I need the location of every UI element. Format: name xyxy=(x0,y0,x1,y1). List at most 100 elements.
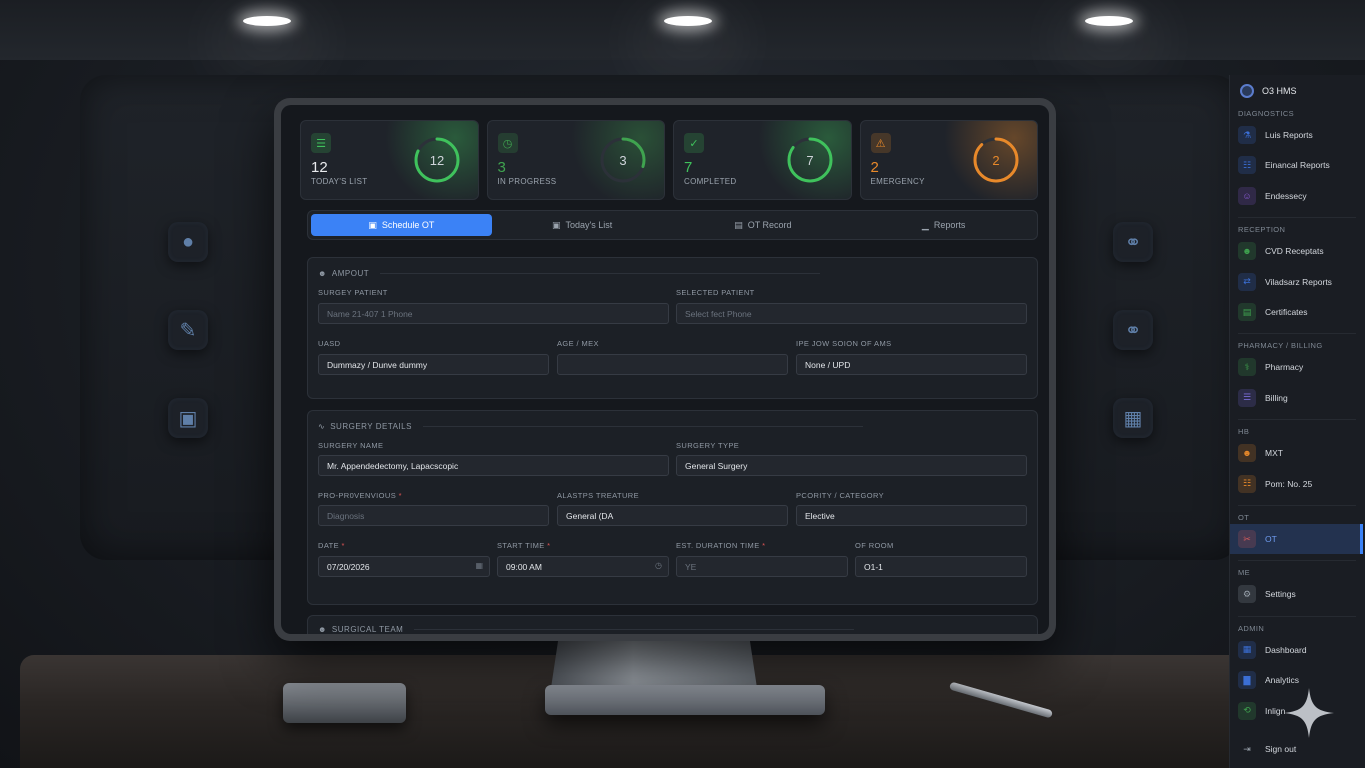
alert-icon: ⚠ xyxy=(870,133,891,153)
medkit-icon: ▣ xyxy=(168,398,208,438)
sidebar-item-label: Einancal Reports xyxy=(1265,160,1330,171)
progress-ring: 7 xyxy=(787,137,832,183)
surgery-name-input[interactable]: Mr. Appendedectomy, Lapacscopic xyxy=(318,455,669,476)
selected-patient-input[interactable]: Select fect Phone xyxy=(676,303,1027,324)
brand-name: O3 HMS xyxy=(1262,86,1297,96)
sidebar-item-einancal-reports[interactable]: ☷ Einancal Reports xyxy=(1238,154,1360,176)
stat-card[interactable]: ☰ 12 TODAY'S LIST 12 xyxy=(300,120,479,200)
stat-card[interactable]: ⚠ 2 EMERGENCY 2 xyxy=(859,120,1038,200)
people-icon: ☻ xyxy=(1238,242,1256,261)
sidebar-item-label: Settings xyxy=(1265,589,1296,600)
certificate-icon: ▤ xyxy=(1238,303,1256,321)
sidebar-item-certificates[interactable]: ▤ Certificates xyxy=(1238,301,1360,323)
tab-today-s-list[interactable]: ▣ Today's List xyxy=(492,214,673,236)
sign-out-button[interactable]: ⇥ Sign out xyxy=(1238,738,1360,760)
logout-icon: ⇥ xyxy=(1243,743,1251,754)
sidebar-divider xyxy=(1238,505,1356,506)
check-icon: ✓ xyxy=(684,133,704,153)
sidebar-item-dashboard[interactable]: ▦ Dashboard xyxy=(1238,639,1360,661)
sidebar-section-title: OT xyxy=(1238,513,1250,522)
alast-input[interactable]: General (DA xyxy=(557,505,788,526)
scalpel-icon: ✂ xyxy=(1238,530,1256,548)
tab-label: Reports xyxy=(933,220,966,230)
sidebar-item-pom-no-25[interactable]: ☷ Pom: No. 25 xyxy=(1238,473,1360,495)
sidebar-item-label: Pom: No. 25 xyxy=(1265,478,1313,489)
logo-icon xyxy=(1240,84,1254,98)
duration-label: EST. DURATION TIME * xyxy=(676,541,766,550)
date-input[interactable]: 07/20/2026 ▦ xyxy=(318,556,490,577)
surgery-name-label: SURGERY NAME xyxy=(318,441,384,450)
sidebar-item-mxt[interactable]: ☻ MXT xyxy=(1238,442,1360,464)
transfer-icon: ⇄ xyxy=(1238,272,1256,291)
clock-icon: ◷ xyxy=(497,133,518,153)
sidebar-item-label: OT xyxy=(1265,534,1277,544)
tab-icon: ▁ xyxy=(921,219,929,230)
brand[interactable]: O3 HMS xyxy=(1240,84,1297,98)
monitor-stand xyxy=(551,633,757,688)
priority-label: PCORITY / CATEGORY xyxy=(796,491,885,500)
syringe-icon: ✎ xyxy=(168,310,208,350)
sidebar-item-endessecy[interactable]: ☺ Endessecy xyxy=(1238,185,1360,207)
chart-icon: ▇ xyxy=(1238,671,1256,690)
ipe-label: IPE JOW SOION OF AMS xyxy=(796,339,892,348)
sparkle-icon xyxy=(1284,688,1334,738)
duration-input[interactable]: YE xyxy=(676,556,848,577)
uasd-input[interactable]: Dummazy / Dunve dummy xyxy=(318,354,549,375)
selected-patient-label: SELECTED PATIENT xyxy=(676,288,755,297)
sidebar-item-label: Analytics xyxy=(1265,675,1300,686)
sidebar-item-ot[interactable]: ✂ OT xyxy=(1230,524,1363,554)
sidebar-item-settings[interactable]: ⚙ Settings xyxy=(1238,583,1360,605)
ipe-input[interactable]: None / UPD xyxy=(796,354,1027,375)
sidebar-item-cvd-receptats[interactable]: ☻ CVD Receptats xyxy=(1238,240,1360,262)
tab-reports[interactable]: ▁ Reports xyxy=(853,214,1034,236)
sidebar-item-label: Inlign xyxy=(1265,705,1286,716)
stat-label: IN PROGRESS xyxy=(497,177,557,186)
sidebar-item-viladsarz-reports[interactable]: ⇄ Viladsarz Reports xyxy=(1238,271,1360,293)
tab-bar: ▣ Schedule OT ▣ Today's List ▤ OT Record ▁ Repo… xyxy=(307,210,1038,240)
sidebar-item-label: Certificates xyxy=(1265,307,1308,317)
team-icon: ☻ xyxy=(1238,444,1256,463)
person-icon: ☻ xyxy=(318,269,327,278)
diagnosis-input[interactable]: Diagnosis xyxy=(318,505,549,526)
sidebar-item-luis-reports[interactable]: ⚗ Luis Reports xyxy=(1238,124,1360,146)
stat-value: 2 xyxy=(870,159,879,176)
tab-label: Schedule OT xyxy=(381,220,435,230)
sidebar-section-title: ME xyxy=(1238,568,1251,578)
sidebar-item-label: Pharmacy xyxy=(1265,362,1304,373)
patient-panel-title: ☻ AMPOUT xyxy=(318,269,821,278)
sidebar-item-pharmacy[interactable]: ⚕ Pharmacy xyxy=(1238,356,1360,378)
sidebar-item-label: Viladsarz Reports xyxy=(1265,276,1332,287)
tab-schedule-ot[interactable]: ▣ Schedule OT xyxy=(311,214,492,236)
clock-icon[interactable]: ◷ xyxy=(655,561,662,570)
sidebar-item-billing[interactable]: ☰ Billing xyxy=(1238,387,1360,409)
priority-select[interactable]: Elective xyxy=(796,505,1027,526)
sidebar-section-title: DIAGNOSTICS xyxy=(1238,109,1295,118)
sidebar-divider xyxy=(1238,615,1356,617)
team-panel-title: ☻ SURGICAL TEAM xyxy=(318,625,855,634)
stat-card[interactable]: ✓ 7 COMPLETED 7 xyxy=(673,120,852,200)
sidebar-section-title: RECEPTION xyxy=(1238,225,1286,235)
pro-label: PRO-PR0VENVIOUS * xyxy=(318,491,402,500)
tab-icon: ▣ xyxy=(368,219,377,230)
history-icon: ⟲ xyxy=(1238,701,1256,720)
start-time-input[interactable]: 09:00 AM ◷ xyxy=(497,556,669,577)
surgical-team-panel: ☻ SURGICAL TEAM xyxy=(307,615,1038,634)
app-screen: ☰ 12 TODAY'S LIST 12 ◷ 3 IN PROGRESS 3 ✓ 7 COMPLET… xyxy=(281,105,1049,634)
tab-ot-record[interactable]: ▤ OT Record xyxy=(673,214,854,236)
sidebar-item-label: Billing xyxy=(1265,392,1288,403)
stats-row: ☰ 12 TODAY'S LIST 12 ◷ 3 IN PROGRESS 3 ✓ 7 COMPLET… xyxy=(300,120,1038,200)
calendar-icon[interactable]: ▦ xyxy=(475,561,483,570)
stat-value: 12 xyxy=(311,159,328,176)
sidebar-divider xyxy=(1238,560,1356,562)
stat-card[interactable]: ◷ 3 IN PROGRESS 3 xyxy=(486,120,665,200)
sidebar-section-title: ADMIN xyxy=(1238,623,1265,633)
surgery-patient-input[interactable]: Name 21-407 1 Phone xyxy=(318,303,669,324)
surgery-panel-title: ∿ SURGERY DETAILS xyxy=(318,422,863,431)
sidebar-item-label: Dashboard xyxy=(1265,644,1307,655)
surgery-type-select[interactable]: General Surgery xyxy=(676,455,1027,476)
room-input[interactable]: O1-1 xyxy=(855,556,1027,577)
card-holder xyxy=(283,683,406,723)
age-input[interactable] xyxy=(557,354,788,375)
svg-text:3: 3 xyxy=(619,153,626,168)
doctor-icon: ● xyxy=(168,222,208,262)
